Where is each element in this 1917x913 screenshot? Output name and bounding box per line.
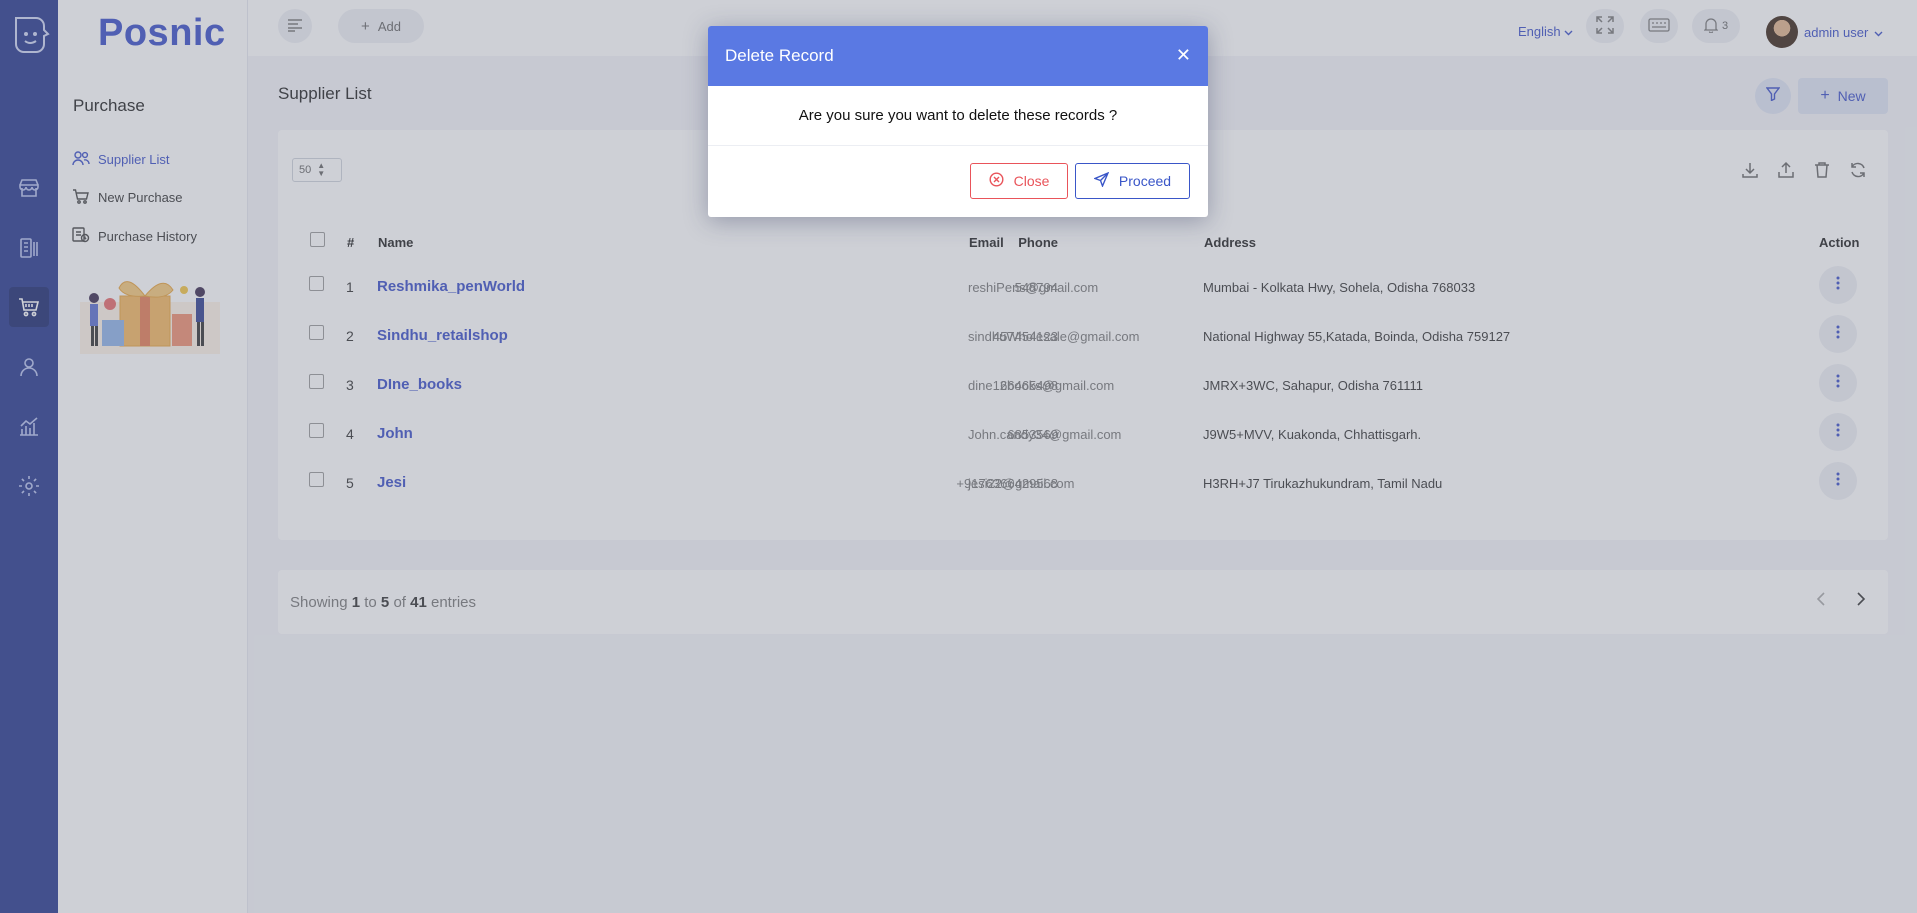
dialog-footer: Close Proceed <box>708 146 1208 217</box>
dialog-title: Delete Record <box>725 46 834 65</box>
delete-record-dialog: Delete Record ✕ Are you sure you want to… <box>708 26 1208 217</box>
send-icon <box>1093 171 1110 190</box>
close-button-label: Close <box>1013 173 1050 189</box>
proceed-button[interactable]: Proceed <box>1075 163 1190 199</box>
proceed-button-label: Proceed <box>1118 173 1172 189</box>
dialog-message: Are you sure you want to delete these re… <box>708 86 1208 146</box>
close-button[interactable]: Close <box>970 163 1068 199</box>
dialog-header: Delete Record ✕ <box>708 26 1208 86</box>
close-icon[interactable]: ✕ <box>1176 46 1191 64</box>
circle-x-icon <box>989 172 1004 190</box>
